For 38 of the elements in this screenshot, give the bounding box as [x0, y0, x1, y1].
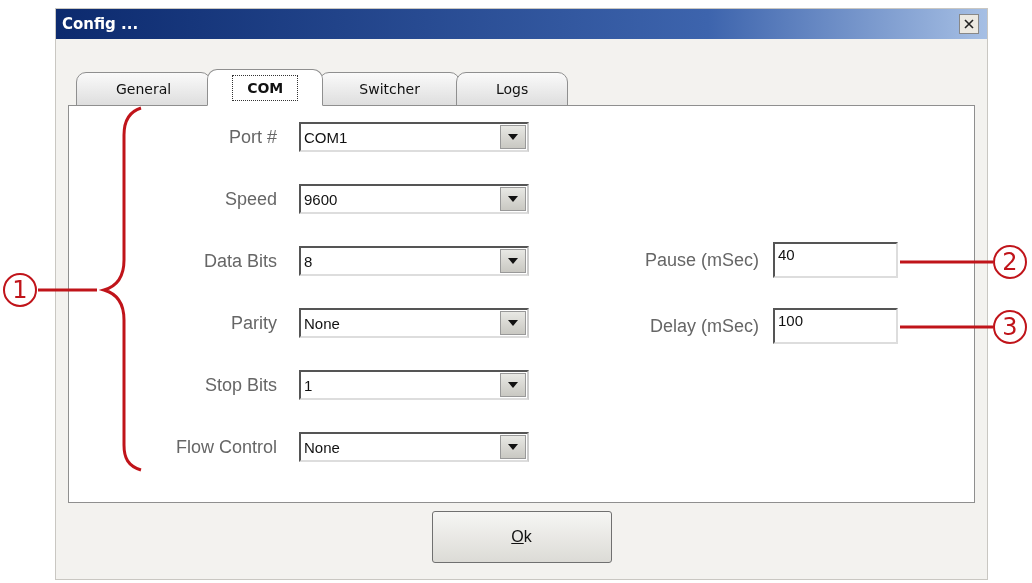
dropdown-arrow-button[interactable]: [500, 435, 526, 459]
caret-icon: [508, 320, 518, 326]
input-field[interactable]: 100: [773, 308, 898, 344]
dropdown-arrow-button[interactable]: [500, 249, 526, 273]
field-label: Speed: [223, 188, 277, 210]
field-label: Delay (mSec): [648, 315, 759, 337]
dropdown[interactable]: 8: [299, 246, 529, 276]
window-title: Config ...: [62, 15, 139, 33]
dropdown-arrow-button[interactable]: [500, 125, 526, 149]
dropdown-arrow-button[interactable]: [500, 187, 526, 211]
dropdown-arrow-button[interactable]: [500, 311, 526, 335]
caret-icon: [508, 382, 518, 388]
close-icon: [964, 19, 974, 29]
field-label: Flow Control: [174, 436, 277, 458]
field-label: Data Bits: [202, 250, 277, 272]
tab[interactable]: Logs: [455, 72, 569, 106]
dropdown[interactable]: COM1: [299, 122, 529, 152]
dropdown[interactable]: None: [299, 308, 529, 338]
tab[interactable]: COM: [207, 69, 324, 106]
leader-line: [38, 288, 97, 292]
dropdown-arrow-button[interactable]: [500, 373, 526, 397]
callout-number: 2: [993, 245, 1027, 279]
dropdown[interactable]: 9600: [299, 184, 529, 214]
input-field[interactable]: 40: [773, 242, 898, 278]
callout-number: 3: [993, 310, 1027, 344]
caret-icon: [508, 196, 518, 202]
field-label: Parity: [230, 312, 277, 334]
ok-button[interactable]: Ok: [431, 511, 612, 563]
field-label: Port #: [227, 126, 277, 148]
caret-icon: [508, 134, 518, 140]
callout-number: 1: [3, 273, 37, 307]
caret-icon: [508, 444, 518, 450]
field-label: Stop Bits: [203, 374, 277, 396]
dropdown[interactable]: None: [299, 432, 529, 462]
field-label: Pause (mSec): [643, 249, 759, 271]
caret-icon: [508, 258, 518, 264]
close-button[interactable]: [959, 14, 979, 34]
dropdown[interactable]: 1: [299, 370, 529, 400]
